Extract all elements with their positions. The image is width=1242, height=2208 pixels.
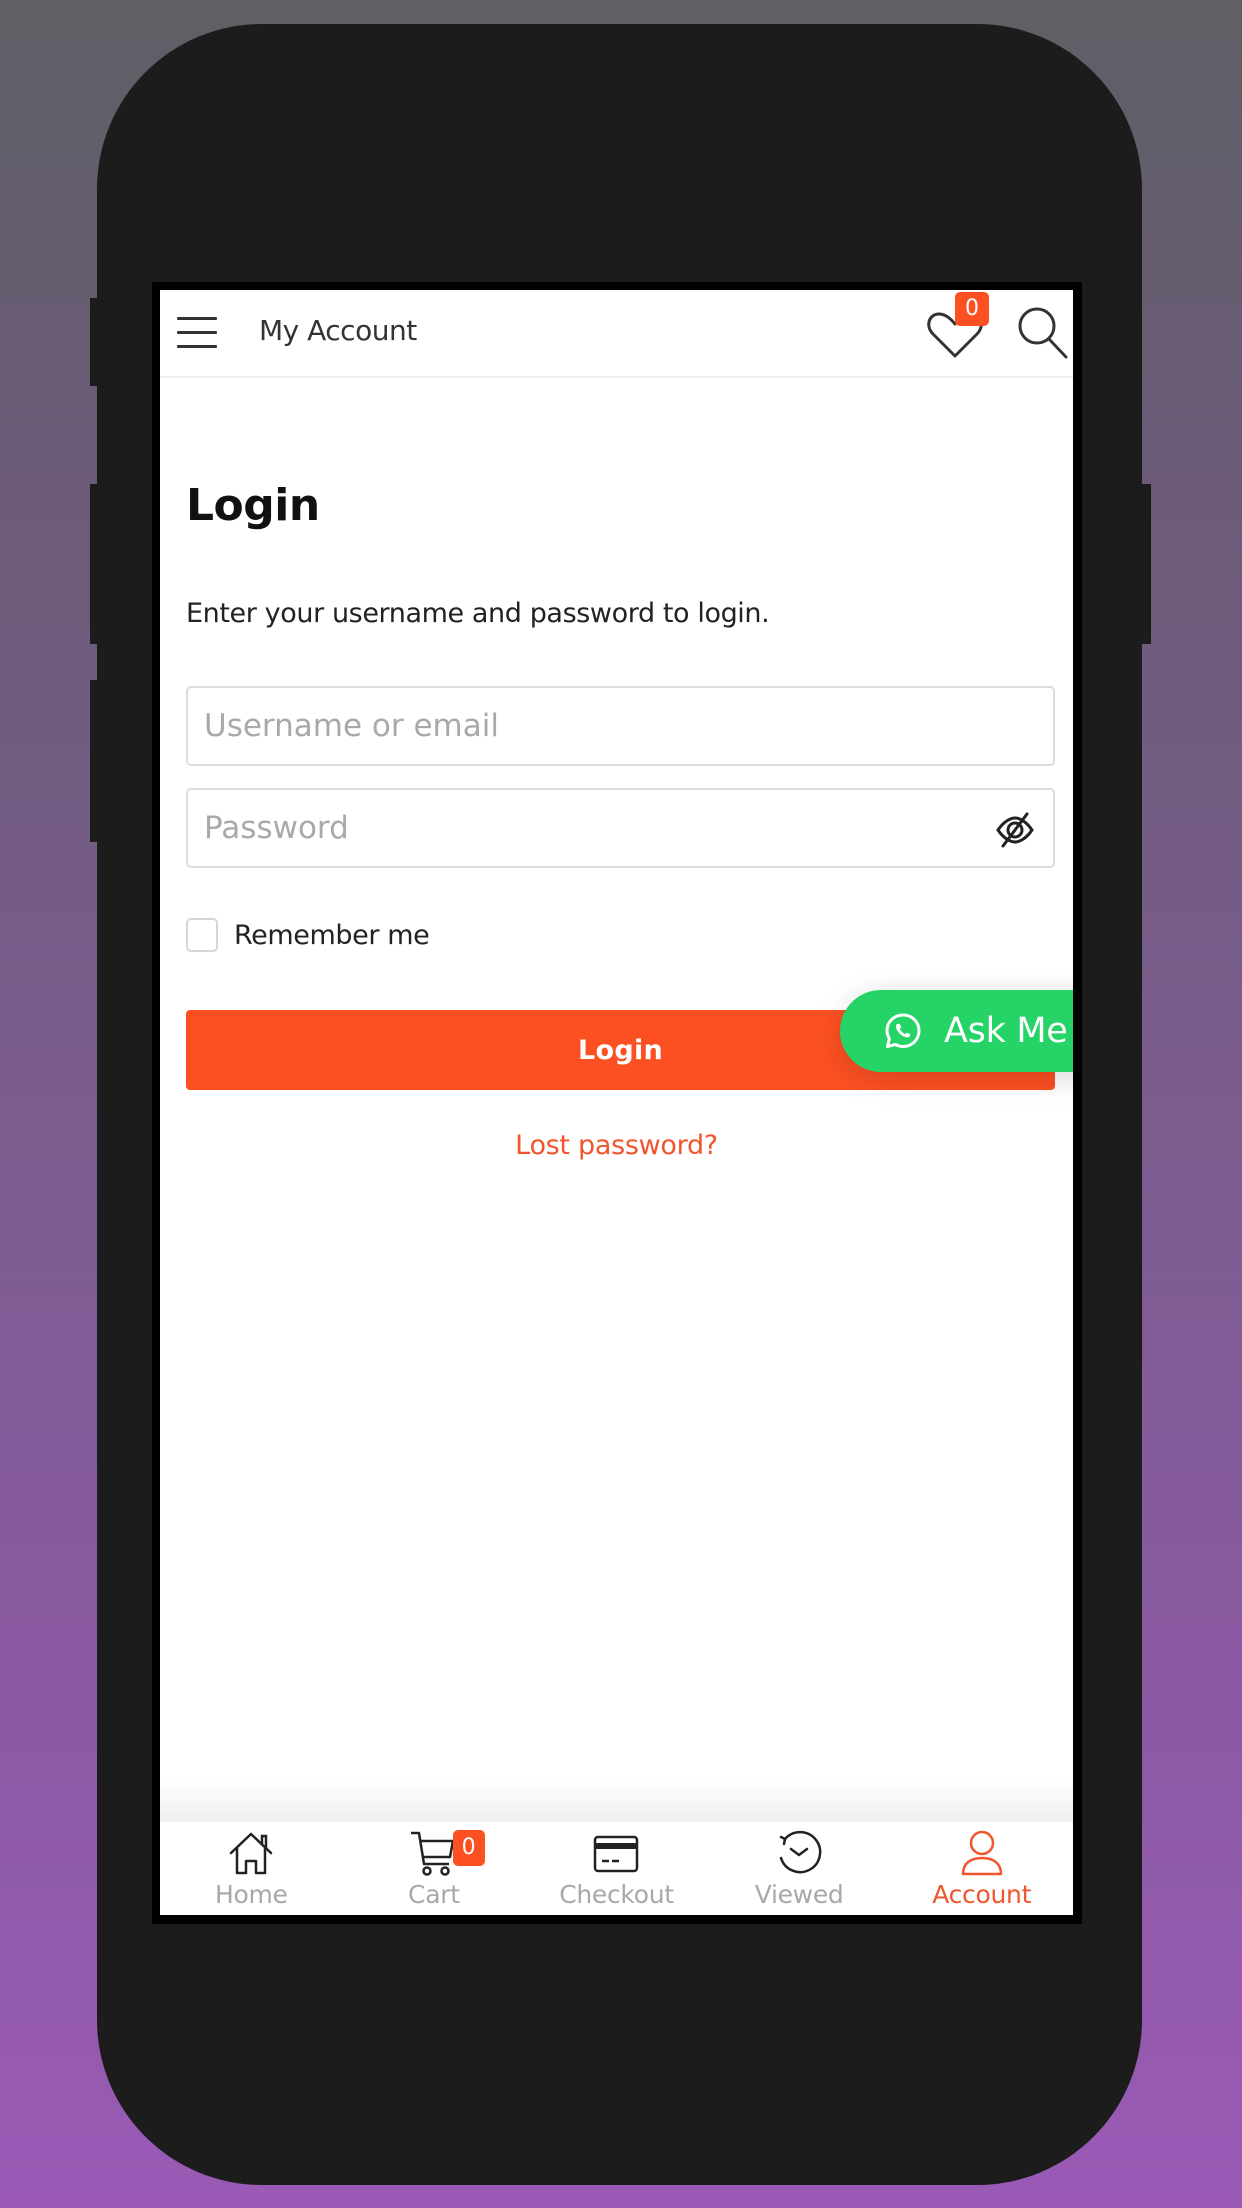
whatsapp-icon (885, 1013, 921, 1048)
lost-password-link[interactable]: Lost password? (515, 1130, 718, 1161)
nav-item-account[interactable]: Account (890, 1822, 1073, 1915)
whatsapp-ask-me-button[interactable]: Ask Me (840, 990, 1073, 1072)
bottom-nav: Home 0 Cart Checkout Viewed Account (160, 1822, 1073, 1915)
login-subtitle: Enter your username and password to logi… (186, 598, 770, 629)
wishlist-count-badge: 0 (955, 292, 989, 326)
nav-label-checkout: Checkout (559, 1880, 674, 1909)
remember-me-option[interactable]: Remember me (186, 918, 430, 952)
nav-label-account: Account (932, 1880, 1032, 1909)
page-header-title: My Account (259, 314, 417, 347)
username-input[interactable] (188, 688, 1053, 764)
home-icon (230, 1832, 273, 1875)
credit-card-icon (594, 1835, 639, 1873)
nav-label-viewed: Viewed (754, 1880, 844, 1909)
nav-label-cart: Cart (408, 1880, 460, 1909)
nav-label-home: Home (214, 1880, 288, 1909)
app-screen: My Account 0 Login Enter your username a… (160, 290, 1073, 1915)
menu-icon[interactable] (177, 314, 219, 348)
remember-me-checkbox[interactable] (186, 918, 218, 952)
remember-me-label: Remember me (234, 919, 430, 951)
cart-count-badge: 0 (452, 1830, 485, 1866)
nav-item-cart[interactable]: 0 Cart (343, 1822, 526, 1915)
username-field-wrapper (186, 686, 1055, 766)
user-icon (961, 1830, 1002, 1876)
lost-password-container: Lost password? (160, 1130, 1073, 1161)
eye-slash-icon[interactable] (995, 810, 1035, 850)
nav-item-home[interactable]: Home (160, 1822, 343, 1915)
password-field-wrapper (186, 788, 1055, 868)
cart-icon (410, 1831, 455, 1876)
history-icon (779, 1830, 822, 1874)
nav-item-viewed[interactable]: Viewed (708, 1822, 891, 1915)
password-input[interactable] (188, 790, 1053, 866)
top-header: My Account 0 (160, 290, 1073, 378)
bottom-nav-shadow (160, 1780, 1073, 1822)
ask-me-label: Ask Me (944, 1011, 1068, 1051)
search-icon[interactable] (1015, 304, 1069, 360)
nav-item-checkout[interactable]: Checkout (525, 1822, 708, 1915)
login-title: Login (186, 480, 320, 531)
